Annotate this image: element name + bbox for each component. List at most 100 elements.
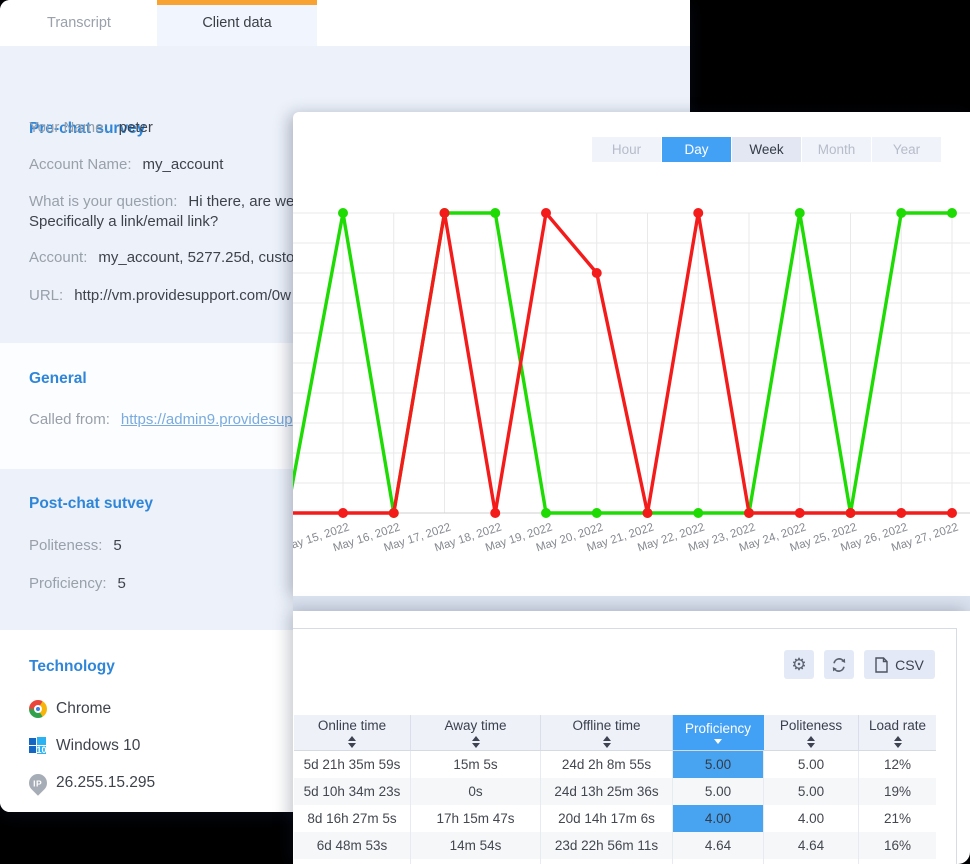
chart-card: HourDayWeekMonthYear May 15, 2022May 16,…: [293, 112, 970, 596]
column-header-offline-time[interactable]: Offline time: [541, 715, 673, 750]
field-value: Specifically a link/email link?: [29, 213, 218, 230]
field-row: What is your question:Hi there, are we: [29, 193, 294, 210]
stats-table-card: ⚙ CSV Onli: [293, 611, 970, 864]
table-cell: 12%: [859, 751, 936, 778]
table-cell: 4.64: [673, 832, 764, 859]
table-cell: 5.00: [673, 778, 764, 805]
table-cell: 3h 14m 9s: [411, 859, 541, 864]
table-cell: 6d 48m 53s: [294, 832, 411, 859]
ip-pin-icon: IP: [25, 770, 50, 795]
table-cell: 5.00: [673, 751, 764, 778]
table-cell: 5.00: [764, 778, 859, 805]
table-row: 8d 16h 27m 5s17h 15m 47s20d 14h 17m 6s4.…: [294, 805, 936, 832]
sort-desc-icon: [714, 739, 722, 744]
file-icon: [875, 657, 888, 673]
sort-icon: [472, 736, 480, 748]
column-header-proficiency[interactable]: Proficiency: [673, 715, 764, 750]
field-row: URL: http://vm.providesupport.com/0w: [29, 287, 291, 304]
tab-transcript-label: Transcript: [47, 15, 111, 31]
tech-item: Chrome: [29, 700, 111, 718]
table-cell: 4.00: [673, 805, 764, 832]
red-data-point: [389, 508, 399, 518]
red-data-point: [338, 508, 348, 518]
line-chart: May 15, 2022May 16, 2022May 17, 2022May …: [293, 112, 970, 596]
sort-icon: [807, 736, 815, 748]
refresh-icon: [831, 657, 847, 673]
field-value-link[interactable]: https://admin9.providesup: [121, 411, 293, 428]
table-cell: 4.64: [673, 859, 764, 864]
column-header-politeness[interactable]: Politeness: [764, 715, 859, 750]
table-cell: 17h 15m 47s: [411, 805, 541, 832]
table-cell: 23d 22h 56m 11s: [541, 832, 673, 859]
table-row: 5d 10h 34m 23s0s24d 13h 25m 36s5.005.001…: [294, 778, 936, 805]
column-header-label: Politeness: [780, 718, 842, 733]
tech-item-label: Chrome: [56, 700, 111, 718]
field-value: 5: [113, 537, 121, 554]
field-value: peter: [119, 119, 153, 136]
section-title: Post-chat sutvey: [29, 495, 153, 513]
csv-label: CSV: [895, 657, 924, 673]
red-data-point: [896, 508, 906, 518]
tab-transcript[interactable]: Transcript: [20, 0, 138, 46]
table-cell: 15m 5s: [411, 751, 541, 778]
stats-table: Online time Away time Offline time Proficie…: [294, 715, 936, 864]
sort-icon: [894, 736, 902, 748]
tech-item-label: Windows 10: [56, 737, 140, 755]
red-data-point: [947, 508, 957, 518]
field-row: Called from:https://admin9.providesup: [29, 411, 293, 428]
table-row: 6d 48m 53s14m 54s23d 22h 56m 11s4.644.64…: [294, 832, 936, 859]
field-row: Account:my_account, 5277.25d, custor: [29, 249, 299, 266]
field-label: Your Name:: [29, 119, 108, 136]
export-csv-button[interactable]: CSV: [864, 650, 935, 679]
field-row: Proficiency:5: [29, 575, 126, 592]
field-value-line2: Specifically a link/email link?: [29, 213, 218, 230]
green-data-point: [947, 208, 957, 218]
table-cell: 22%: [859, 859, 936, 864]
green-data-point: [338, 208, 348, 218]
green-data-point: [592, 508, 602, 518]
column-header-away-time[interactable]: Away time: [411, 715, 541, 750]
field-value: my_account, 5277.25d, custor: [98, 249, 299, 266]
panel-tabs: Transcript Client data: [0, 0, 690, 46]
table-cell: 5d 10h 34m 23s: [294, 778, 411, 805]
red-data-point: [592, 268, 602, 278]
red-data-point: [693, 208, 703, 218]
green-data-point: [490, 208, 500, 218]
table-cell: 14m 54s: [411, 832, 541, 859]
table-row: 5d 21h 35m 59s15m 5s24d 2h 8m 55s5.005.0…: [294, 751, 936, 778]
red-data-point: [846, 508, 856, 518]
red-data-point: [643, 508, 653, 518]
section-title: General: [29, 370, 87, 388]
green-data-point: [541, 508, 551, 518]
red-data-point: [795, 508, 805, 518]
section-title: Technology: [29, 658, 115, 676]
tab-client-data-label: Client data: [202, 15, 271, 31]
field-label: What is your question:: [29, 193, 177, 210]
column-header-label: Offline time: [572, 718, 640, 733]
field-label: URL:: [29, 287, 63, 304]
red-data-point: [490, 508, 500, 518]
table-cell: 4.64: [764, 832, 859, 859]
table-cell: 20d 14h 17m 6s: [541, 805, 673, 832]
table-cell: 22d 2h 25m 41s: [541, 859, 673, 864]
column-header-label: Online time: [318, 718, 386, 733]
field-label: Politeness:: [29, 537, 102, 554]
field-value: http://vm.providesupport.com/0w: [74, 287, 291, 304]
green-data-point: [795, 208, 805, 218]
column-header-label: Away time: [444, 718, 506, 733]
green-data-point: [896, 208, 906, 218]
column-header-online-time[interactable]: Online time: [294, 715, 411, 750]
field-row: Your Name: peter: [29, 119, 153, 136]
column-header-load-rate[interactable]: Load rate: [859, 715, 936, 750]
table-cell: 0s: [411, 778, 541, 805]
table-header-row: Online time Away time Offline time Proficie…: [294, 715, 936, 751]
backdrop-gap: [293, 596, 970, 611]
field-value: my_account: [143, 156, 224, 173]
table-container: ⚙ CSV Onli: [293, 628, 957, 864]
settings-button[interactable]: ⚙: [784, 650, 814, 679]
sort-icon: [603, 736, 611, 748]
red-data-point: [541, 208, 551, 218]
tab-client-data[interactable]: Client data: [157, 0, 317, 46]
refresh-button[interactable]: [824, 650, 854, 679]
tech-item: 10Windows 10: [29, 737, 140, 755]
